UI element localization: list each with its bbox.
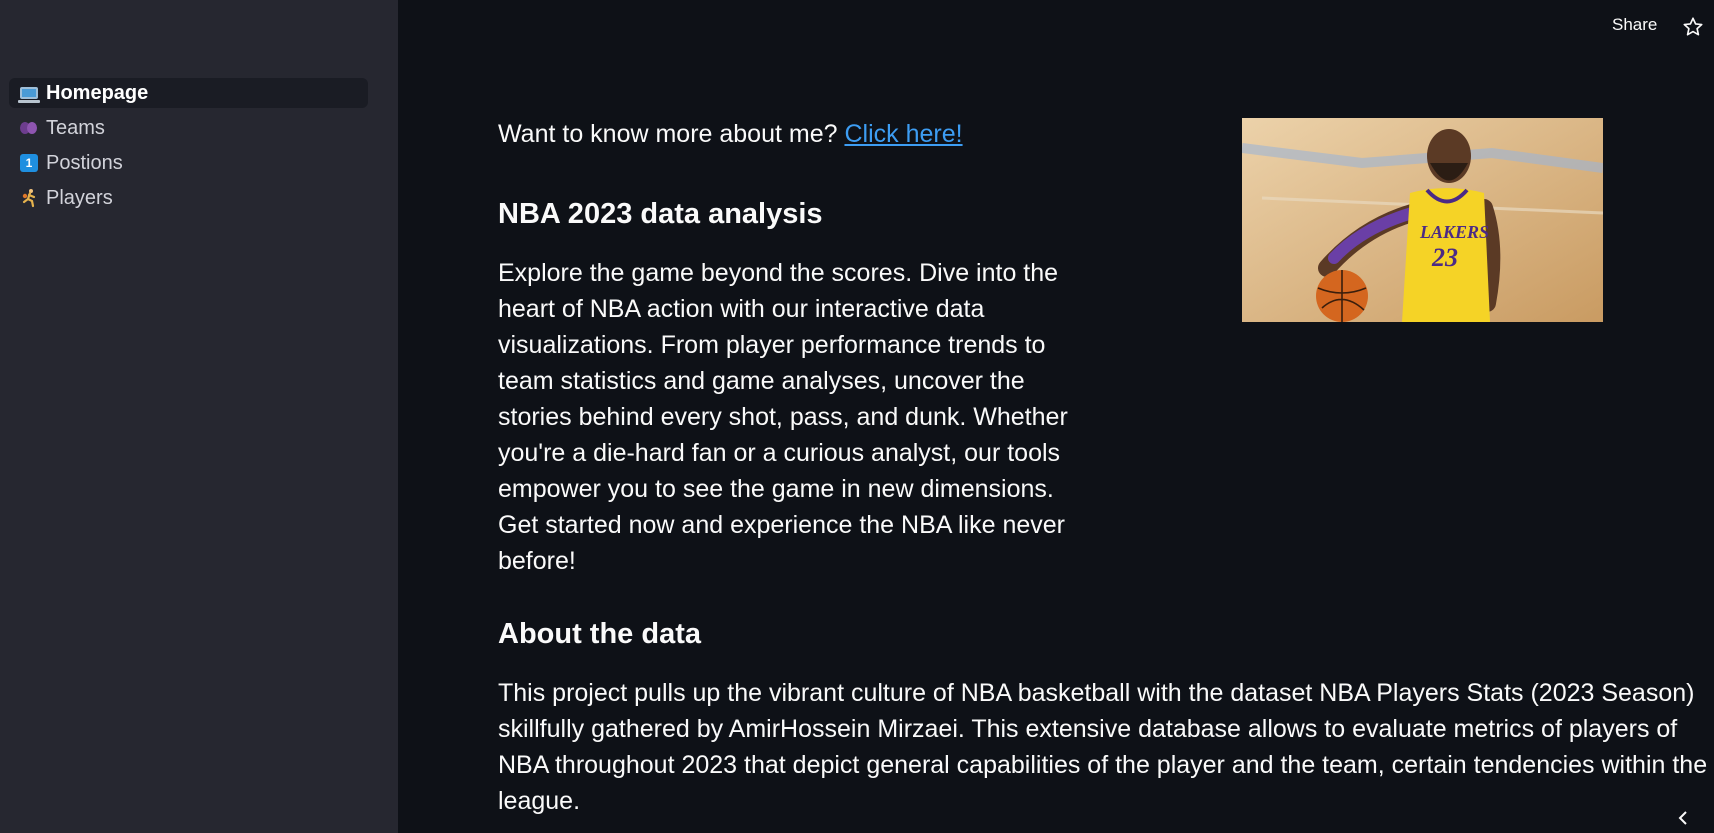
sidebar-nav: Homepage Teams 1 Postions Players (9, 78, 368, 218)
sidebar-item-players[interactable]: Players (9, 183, 368, 213)
sidebar-item-teams[interactable]: Teams (9, 113, 368, 143)
intro-text: Want to know more about me? (498, 120, 845, 148)
sidebar-item-homepage[interactable]: Homepage (9, 78, 368, 108)
sidebar-item-label: Players (46, 186, 113, 209)
sidebar-item-label: Teams (46, 116, 105, 139)
intro-paragraph: Explore the game beyond the scores. Dive… (498, 259, 1068, 575)
about-me-link[interactable]: Click here! (844, 120, 962, 148)
player-photo: LAKERS 23 (1242, 118, 1603, 322)
basketball-player-icon (20, 188, 46, 208)
sidebar-item-positions[interactable]: 1 Postions (9, 148, 368, 178)
hearts-icon (20, 118, 46, 138)
chevron-left-icon[interactable] (1676, 808, 1690, 828)
sidebar-item-label: Homepage (46, 81, 149, 104)
about-data-paragraph: This project pulls up the vibrant cultur… (498, 679, 1708, 815)
sidebar: Homepage Teams 1 Postions Players (0, 0, 398, 833)
jersey-number: 23 (1431, 243, 1458, 272)
page-title: NBA 2023 data analysis (498, 198, 823, 230)
laptop-icon (18, 83, 46, 103)
keycap-one-icon: 1 (20, 153, 46, 173)
jersey-text: LAKERS (1419, 222, 1489, 242)
about-data-heading: About the data (498, 618, 701, 650)
intro-line: Want to know more about me? Click here! (498, 120, 963, 149)
sidebar-item-label: Postions (46, 151, 123, 174)
